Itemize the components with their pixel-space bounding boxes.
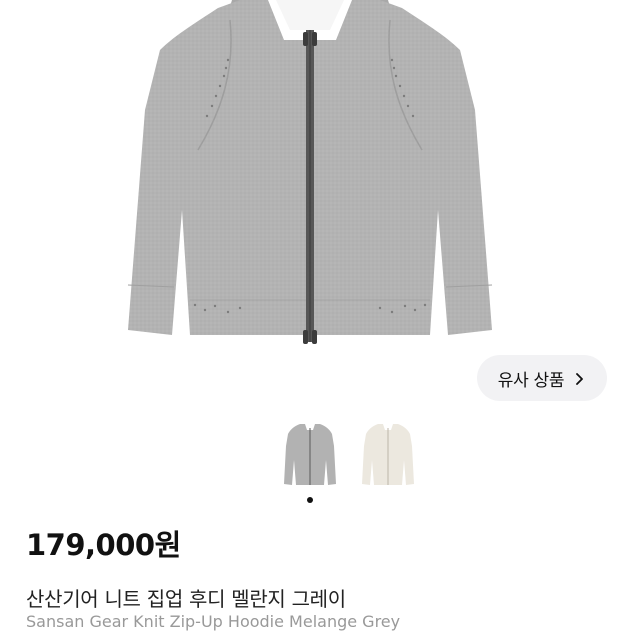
color-thumbnails [0,420,620,490]
product-price: 179,000원 [26,528,181,562]
product-title: 산산기어 니트 집업 후디 멜란지 그레이 [26,587,346,611]
thumbnail-ivory[interactable] [358,420,418,490]
similar-products-button[interactable]: 유사 상품 [477,355,607,401]
carousel-indicator-dot [307,497,313,503]
product-subtitle: Sansan Gear Knit Zip-Up Hoodie Melange G… [26,612,401,631]
product-image[interactable] [0,0,620,350]
chevron-right-icon [572,371,586,385]
thumbnail-gray[interactable] [280,420,340,490]
similar-products-label: 유사 상품 [497,370,565,391]
hoodie-illustration [127,0,493,344]
